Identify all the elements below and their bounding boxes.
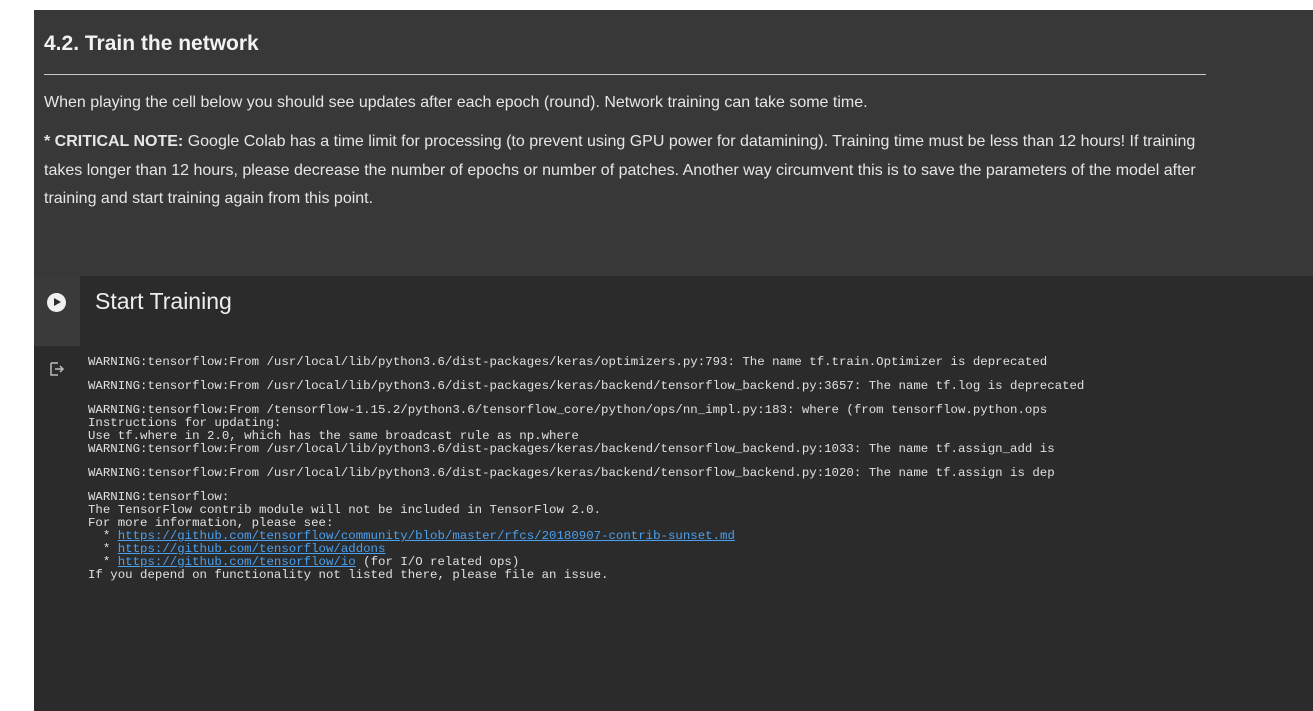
code-cell[interactable]: Start Training WARNING:tensorflow:From /… [34,276,1313,711]
output-line: WARNING:tensorflow:From /usr/local/lib/p… [88,356,1048,369]
io-link[interactable]: https://github.com/tensorflow/io [118,555,356,569]
play-circle-icon[interactable] [47,293,66,312]
output-arrow-icon[interactable] [49,361,65,377]
notebook-view: 4.2. Train the network When playing the … [0,0,1313,711]
top-strip [0,0,1313,10]
output-line: WARNING:tensorflow:From /usr/local/lib/p… [88,466,1055,480]
critical-note-text: Google Colab has a time limit for proces… [44,133,1196,207]
text-cell[interactable]: 4.2. Train the network When playing the … [34,10,1313,276]
addons-link[interactable]: https://github.com/tensorflow/addons [118,542,386,556]
cell-gutter [34,276,80,346]
bullet: * [88,542,118,556]
bullet: * [88,529,118,543]
heading-divider [44,74,1206,75]
cell-output: WARNING:tensorflow:From /usr/local/lib/p… [88,356,1313,711]
critical-note-paragraph: * CRITICAL NOTE: Google Colab has a time… [44,128,1204,214]
io-link-suffix: (for I/O related ops) [355,555,520,569]
cell-title: Start Training [95,288,232,314]
section-heading: 4.2. Train the network [44,32,259,55]
output-line: WARNING:tensorflow:From /usr/local/lib/p… [88,442,1055,456]
bullet: * [88,555,118,569]
output-line: If you depend on functionality not liste… [88,568,609,582]
critical-note-label: * CRITICAL NOTE: [44,133,184,150]
output-line: WARNING:tensorflow:From /usr/local/lib/p… [88,379,1085,393]
intro-paragraph: When playing the cell below you should s… [44,94,868,111]
output-gap [88,480,1313,491]
contrib-sunset-link[interactable]: https://github.com/tensorflow/community/… [118,529,735,543]
